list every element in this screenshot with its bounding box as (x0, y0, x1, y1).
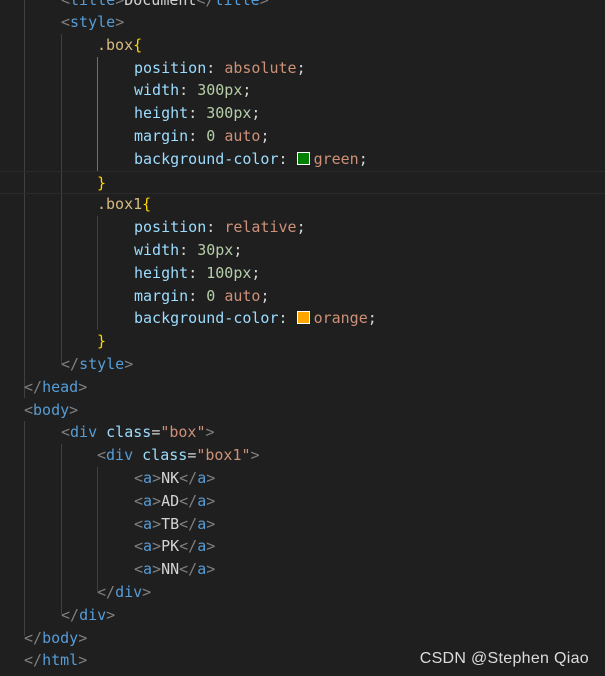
code-line: .box{ (97, 36, 143, 54)
code-editor[interactable]: <title>Document</title> <style> .box{ po… (0, 0, 605, 676)
code-line: .box1{ (97, 195, 152, 213)
code-line: </body> (24, 629, 88, 647)
code-line-current: } (0, 171, 605, 194)
code-line: <a>NN</a> (134, 560, 216, 578)
code-line: <a>PK</a> (134, 537, 216, 555)
code-line: </style> (61, 355, 134, 373)
watermark: CSDN @Stephen Qiao (419, 650, 589, 667)
code-line: width: 300px; (134, 81, 252, 99)
code-line: position: relative; (134, 218, 306, 236)
code-line: <body> (24, 401, 79, 419)
color-swatch-green[interactable] (296, 151, 310, 165)
code-line: background-color: orange; (134, 309, 377, 327)
code-line: position: absolute; (134, 59, 306, 77)
code-line: <a>AD</a> (134, 492, 216, 510)
code-line: <style> (61, 13, 125, 31)
code-line: } (97, 332, 107, 350)
code-line: </div> (61, 606, 116, 624)
code-line: <div class="box"> (61, 423, 215, 441)
code-line: width: 30px; (134, 241, 243, 259)
color-swatch-orange[interactable] (296, 310, 310, 324)
code-line: background-color: green; (134, 150, 368, 168)
code-line: margin: 0 auto; (134, 127, 270, 145)
code-line: <a>NK</a> (134, 469, 216, 487)
code-line: margin: 0 auto; (134, 287, 270, 305)
code-line: </head> (24, 378, 88, 396)
code-line: height: 100px; (134, 264, 261, 282)
code-line: height: 300px; (134, 104, 261, 122)
code-line: <div class="box1"> (97, 446, 260, 464)
code-line: </div> (97, 583, 152, 601)
code-line: <a>TB</a> (134, 515, 216, 533)
